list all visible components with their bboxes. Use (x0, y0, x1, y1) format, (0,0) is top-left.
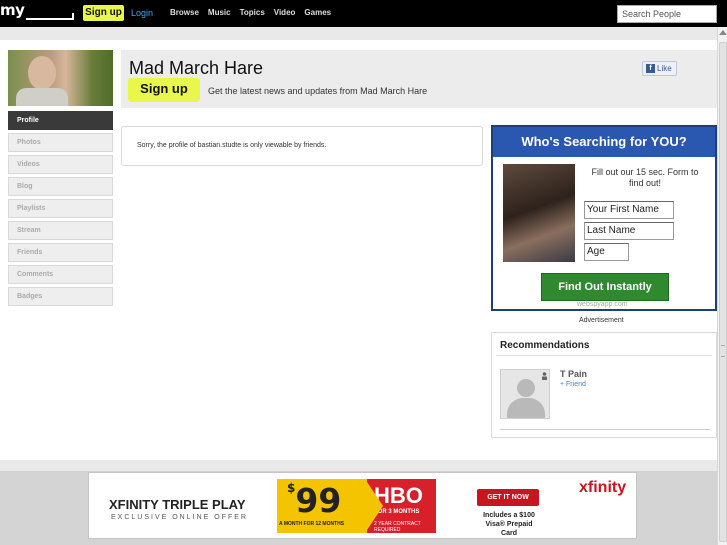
price: $99 (287, 481, 341, 520)
price-block: $99 A MONTH FOR 12 MONTHS (277, 479, 367, 533)
banner-title: XFINITY TRIPLE PLAY (109, 497, 246, 512)
sidebar-item-comments[interactable]: Comments (8, 265, 113, 284)
recommendations-title: Recommendations (500, 340, 590, 351)
sidebar-item-friends[interactable]: Friends (8, 243, 113, 262)
ad-find-out-button[interactable]: Find Out Instantly (541, 273, 669, 301)
ad-age-field[interactable]: Age (584, 243, 629, 261)
recommendation-name[interactable]: T Pain (560, 369, 587, 379)
logo-underline (26, 18, 74, 20)
facebook-icon: f (646, 64, 655, 74)
recommendations-bottom-rule (500, 429, 710, 430)
sidebar-item-stream[interactable]: Stream (8, 221, 113, 240)
xfinity-logo: xfinity (579, 479, 627, 496)
scrollbar-grip-icon (721, 345, 725, 357)
search-people-input[interactable]: Search People (617, 5, 717, 23)
bottom-ad-area: XFINITY TRIPLE PLAY EXCLUSIVE ONLINE OFF… (0, 471, 717, 545)
profile-avatar[interactable] (8, 50, 113, 106)
price-arrow-shape (365, 479, 383, 533)
private-profile-notice: Sorry, the profile of bastian.studte is … (121, 126, 483, 166)
facebook-like-button[interactable]: f Like (642, 61, 677, 76)
recommendations-divider (496, 355, 712, 356)
ad-headline: Who's Searching for YOU? (493, 127, 715, 157)
advertisement-label: Advertisement (579, 317, 624, 324)
price-note: A MONTH FOR 12 MONTHS (279, 521, 345, 527)
main-content: Profile Photos Videos Blog Playlists Str… (0, 40, 717, 460)
nav-video[interactable]: Video (274, 8, 296, 17)
contract-note: 2 YEAR CONTRACT REQUIRED (374, 521, 421, 533)
nav-games[interactable]: Games (304, 8, 331, 17)
ad-body: Fill out our 15 sec. Form to find out! (591, 167, 699, 188)
nav-topics[interactable]: Topics (240, 8, 265, 17)
profile-signup-button[interactable]: Sign up (128, 78, 200, 102)
top-navigation-bar: my Sign up Login Browse Music Topics Vid… (0, 0, 727, 27)
sidebar-item-profile[interactable]: Profile (8, 111, 113, 130)
ad-photo (503, 164, 575, 262)
signup-button[interactable]: Sign up (83, 5, 124, 21)
sidebar-item-playlists[interactable]: Playlists (8, 199, 113, 218)
profile-side-menu: Profile Photos Videos Blog Playlists Str… (8, 111, 113, 309)
add-friend-link[interactable]: + Friend (560, 381, 586, 388)
banner-subtitle: EXCLUSIVE ONLINE OFFER (111, 514, 248, 521)
recommendations-box: Recommendations T Pain + Friend (491, 332, 717, 438)
sidebar-item-photos[interactable]: Photos (8, 133, 113, 152)
avatar-face (28, 56, 56, 90)
sidebar-item-badges[interactable]: Badges (8, 287, 113, 306)
profile-name: Mad March Hare (129, 58, 264, 78)
avatar-head-placeholder (517, 379, 535, 397)
price-value: 99 (295, 481, 342, 520)
sidebar-item-blog[interactable]: Blog (8, 177, 113, 196)
profile-header: Mad March Hare Sign up Get the latest ne… (121, 50, 717, 108)
logo-tick (72, 13, 74, 20)
ad-domain: webspyapp.com (577, 301, 628, 308)
xfinity-banner-ad[interactable]: XFINITY TRIPLE PLAY EXCLUSIVE ONLINE OFF… (88, 472, 637, 539)
avatar-body-placeholder (507, 398, 545, 418)
scroll-up-arrow-icon[interactable] (719, 30, 727, 35)
sidebar-item-videos[interactable]: Videos (8, 155, 113, 174)
main-nav: Browse Music Topics Video Games (170, 8, 340, 17)
login-link[interactable]: Login (131, 8, 153, 18)
avatar-shirt (16, 88, 68, 106)
get-it-now-button[interactable]: GET IT NOW (477, 489, 539, 506)
banner-includes: Includes a $100 Visa® Prepaid Card (483, 512, 535, 537)
nav-music[interactable]: Music (208, 8, 231, 17)
nav-browse[interactable]: Browse (170, 8, 199, 17)
like-label: Like (657, 64, 672, 73)
profile-tagline: Get the latest news and updates from Mad… (208, 86, 428, 96)
vertical-scrollbar[interactable] (717, 27, 727, 545)
private-message-text: Sorry, the profile of bastian.studte is … (137, 142, 327, 149)
advertisement-box[interactable]: Who's Searching for YOU? Fill out our 15… (491, 125, 717, 311)
logo-text: my (0, 1, 25, 19)
user-icon (542, 372, 547, 380)
scrollbar-thumb[interactable] (719, 42, 727, 542)
ad-first-name-field[interactable]: Your First Name (584, 201, 674, 219)
ad-last-name-field[interactable]: Last Name (584, 222, 674, 240)
